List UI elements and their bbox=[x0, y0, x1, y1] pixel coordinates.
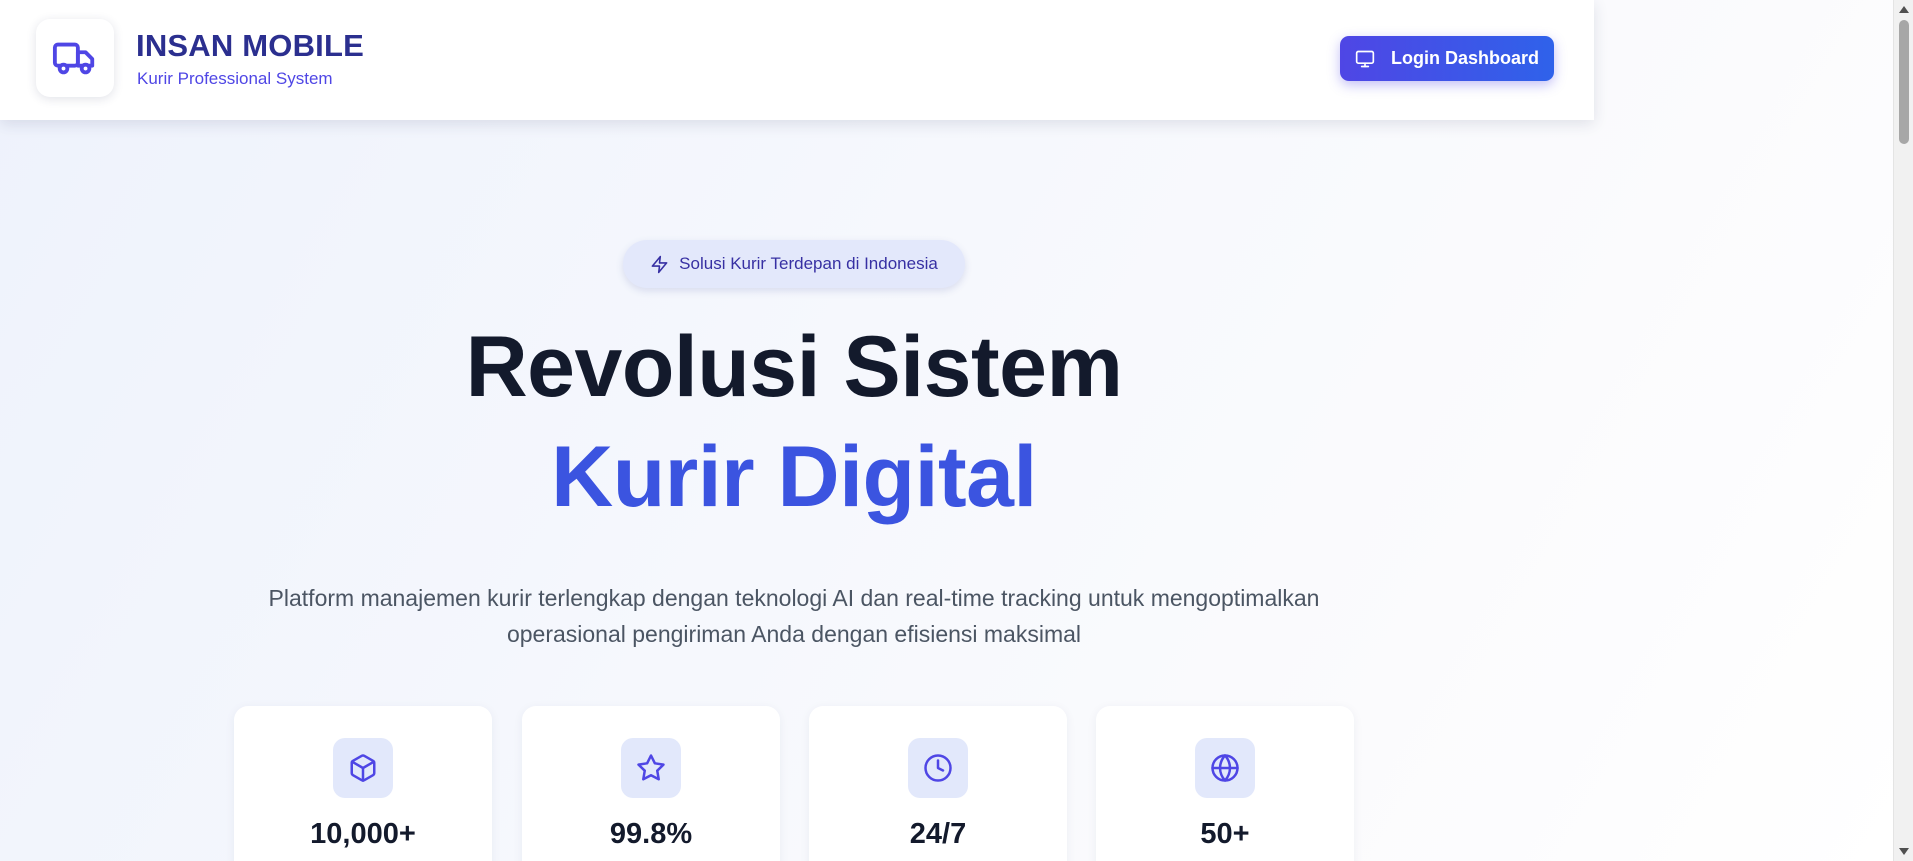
page-scrollbar[interactable] bbox=[1893, 0, 1913, 861]
page-viewport: INSAN MOBILE Kurir Professional System L… bbox=[0, 0, 1893, 861]
hero-badge-text: Solusi Kurir Terdepan di Indonesia bbox=[679, 254, 938, 273]
stat-card-rating: 99.8% bbox=[522, 706, 780, 861]
scrollbar-thumb[interactable] bbox=[1899, 20, 1909, 144]
hero-title-line1: Revolusi Sistem bbox=[465, 319, 1123, 415]
stat-value: 50+ bbox=[1200, 818, 1250, 850]
login-dashboard-label: Login Dashboard bbox=[1391, 48, 1539, 68]
brand-title: INSAN MOBILE bbox=[136, 28, 365, 63]
monitor-icon bbox=[1355, 50, 1375, 67]
star-icon bbox=[637, 754, 665, 781]
stat-card-packages: 10,000+ bbox=[234, 706, 492, 861]
globe-icon bbox=[1211, 754, 1239, 782]
scroll-up-arrow[interactable] bbox=[1899, 6, 1909, 13]
stat-value: 10,000+ bbox=[310, 818, 416, 850]
hero-description: Platform manajemen kurir terlengkap deng… bbox=[268, 585, 1320, 647]
truck-icon bbox=[52, 42, 95, 75]
stat-value: 24/7 bbox=[909, 818, 967, 850]
hero-title-line2: Kurir Digital bbox=[551, 429, 1037, 525]
brand-subtitle: Kurir Professional System bbox=[137, 69, 333, 88]
stat-card-hours: 24/7 bbox=[809, 706, 1067, 861]
logo[interactable] bbox=[36, 19, 114, 97]
lightning-icon bbox=[651, 255, 668, 273]
site-header: INSAN MOBILE Kurir Professional System L… bbox=[0, 0, 1594, 120]
scroll-down-arrow[interactable] bbox=[1899, 848, 1909, 855]
hero-badge: Solusi Kurir Terdepan di Indonesia bbox=[623, 240, 965, 288]
package-icon bbox=[350, 754, 376, 782]
login-dashboard-button[interactable]: Login Dashboard bbox=[1340, 36, 1554, 81]
clock-icon bbox=[924, 754, 952, 782]
stat-card-coverage: 50+ bbox=[1096, 706, 1354, 861]
stat-value: 99.8% bbox=[609, 818, 693, 850]
